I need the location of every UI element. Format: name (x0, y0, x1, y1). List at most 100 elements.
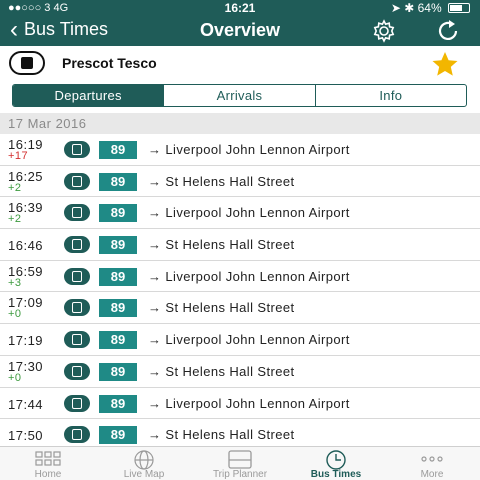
arrow-right-icon: → (148, 205, 162, 221)
departure-row[interactable]: 16:19 +17 89 → Liverpool John Lennon Airport (0, 134, 480, 166)
destination: → Liverpool John Lennon Airport (148, 205, 350, 220)
destination-name: Liverpool John Lennon Airport (165, 205, 350, 221)
tab-trip-planner[interactable]: Trip Planner (192, 447, 288, 480)
delay-badge: +0 (8, 371, 22, 384)
nav-bar: ‹ Bus Times Overview (0, 16, 480, 46)
route-badge: 89 (99, 394, 137, 413)
arrow-right-icon: → (148, 300, 162, 316)
destination: → St Helens Hall Street (148, 427, 294, 442)
tab-live-map[interactable]: Live Map (96, 447, 192, 480)
date-header: 17 Mar 2016 (0, 113, 480, 134)
gear-icon[interactable] (370, 19, 398, 43)
segment-info[interactable]: Info (314, 85, 466, 106)
bluetooth-icon: ✱ (404, 1, 415, 15)
departure-row[interactable]: 17:30 +0 89 → St Helens Hall Street (0, 356, 480, 388)
tab-label: More (420, 469, 444, 480)
departure-time: 16:46 (8, 238, 44, 254)
tab-more[interactable]: More (384, 447, 480, 480)
destination-name: St Helens Hall Street (165, 300, 295, 316)
bus-icon (64, 236, 90, 254)
departure-time: 17:50 (8, 428, 44, 444)
departure-row[interactable]: 17:19 89 → Liverpool John Lennon Airport (0, 324, 480, 356)
delay-badge: +3 (8, 276, 22, 289)
tab-bus-times[interactable]: Bus Times (288, 447, 384, 480)
delay-badge: +2 (8, 213, 22, 226)
destination: → St Helens Hall Street (148, 364, 294, 379)
departure-time: 17:44 (8, 396, 44, 412)
tab-home[interactable]: Home (0, 447, 96, 480)
favorite-star-icon[interactable] (430, 50, 460, 78)
destination-name: Liverpool John Lennon Airport (165, 395, 350, 411)
delay-badge: +17 (8, 150, 29, 162)
departure-row[interactable]: 16:25 +2 89 → St Helens Hall Street (0, 166, 480, 198)
arrow-right-icon: → (148, 173, 162, 189)
destination: → Liverpool John Lennon Airport (148, 142, 350, 157)
arrow-right-icon: → (148, 363, 162, 379)
segment-arrivals[interactable]: Arrivals (163, 85, 314, 106)
arrow-right-icon: → (148, 427, 162, 443)
globe-icon (134, 450, 154, 470)
bus-icon (64, 299, 90, 317)
destination: → St Helens Hall Street (148, 300, 294, 315)
stop-header: Prescot Tesco (0, 46, 480, 80)
clock-icon (326, 450, 346, 470)
route-badge: 89 (99, 236, 137, 255)
tab-label: Trip Planner (212, 469, 268, 480)
status-right: ➤ ✱ 64% (391, 1, 470, 15)
arrow-right-icon: → (148, 395, 162, 411)
destination-name: Liverpool John Lennon Airport (165, 268, 350, 284)
back-button[interactable]: ‹ Bus Times (10, 17, 108, 41)
battery-icon (448, 3, 470, 13)
route-badge: 89 (99, 426, 137, 445)
status-bar: ●●○○○ 3 4G 16:21 ➤ ✱ 64% (0, 0, 480, 16)
bus-icon (64, 394, 90, 412)
delay-badge: +0 (8, 308, 22, 321)
battery-percent: 64% (417, 1, 442, 15)
bus-icon (228, 450, 252, 469)
route-badge: 89 (99, 331, 137, 350)
arrow-right-icon: → (148, 142, 162, 157)
segment-departures[interactable]: Departures (13, 85, 164, 106)
route-badge: 89 (99, 204, 137, 223)
departure-row[interactable]: 16:39 +2 89 → Liverpool John Lennon Airport (0, 197, 480, 230)
destination-name: Liverpool John Lennon Airport (165, 142, 350, 157)
bus-icon (64, 426, 90, 444)
bus-stop-icon (9, 51, 45, 75)
grid-icon (35, 451, 61, 466)
tab-label: Live Map (123, 469, 165, 480)
delay-badge: +2 (8, 181, 22, 194)
departure-row[interactable]: 16:46 89 → St Helens Hall Street (0, 229, 480, 261)
destination: → Liverpool John Lennon Airport (148, 396, 350, 411)
destination: → Liverpool John Lennon Airport (148, 332, 350, 347)
destination-name: St Helens Hall Street (165, 427, 295, 443)
route-badge: 89 (99, 267, 137, 286)
arrow-right-icon: → (148, 332, 162, 348)
destination-name: St Helens Hall Street (165, 173, 295, 189)
app-header: ●●○○○ 3 4G 16:21 ➤ ✱ 64% ‹ Bus Times Ove… (0, 0, 480, 46)
destination: → St Helens Hall Street (148, 237, 294, 252)
tab-bar: Home Live Map Trip Planner Bus Times Mor… (0, 446, 480, 480)
departures-list: 16:19 +17 89 → Liverpool John Lennon Airport… (0, 134, 480, 451)
route-badge: 89 (99, 141, 137, 159)
more-icon (421, 456, 443, 462)
tab-label: Home (34, 469, 62, 480)
bus-icon (64, 331, 90, 349)
departure-row[interactable]: 17:44 89 → Liverpool John Lennon Airport (0, 388, 480, 420)
departure-time: 17:19 (8, 333, 44, 349)
destination: → St Helens Hall Street (148, 174, 294, 189)
destination-name: St Helens Hall Street (165, 363, 295, 379)
bus-icon (64, 141, 90, 158)
destination-name: St Helens Hall Street (165, 237, 295, 253)
bus-icon (64, 362, 90, 380)
destination: → Liverpool John Lennon Airport (148, 269, 350, 284)
bus-icon (64, 204, 90, 222)
location-icon: ➤ (390, 1, 401, 15)
refresh-icon[interactable] (436, 19, 462, 43)
departure-row[interactable]: 16:59 +3 89 → Liverpool John Lennon Airport (0, 261, 480, 293)
stop-name: Prescot Tesco (62, 55, 157, 71)
arrow-right-icon: → (148, 237, 162, 253)
bus-icon (64, 267, 90, 285)
route-badge: 89 (99, 362, 137, 381)
route-badge: 89 (99, 299, 137, 318)
departure-row[interactable]: 17:09 +0 89 → St Helens Hall Street (0, 292, 480, 325)
